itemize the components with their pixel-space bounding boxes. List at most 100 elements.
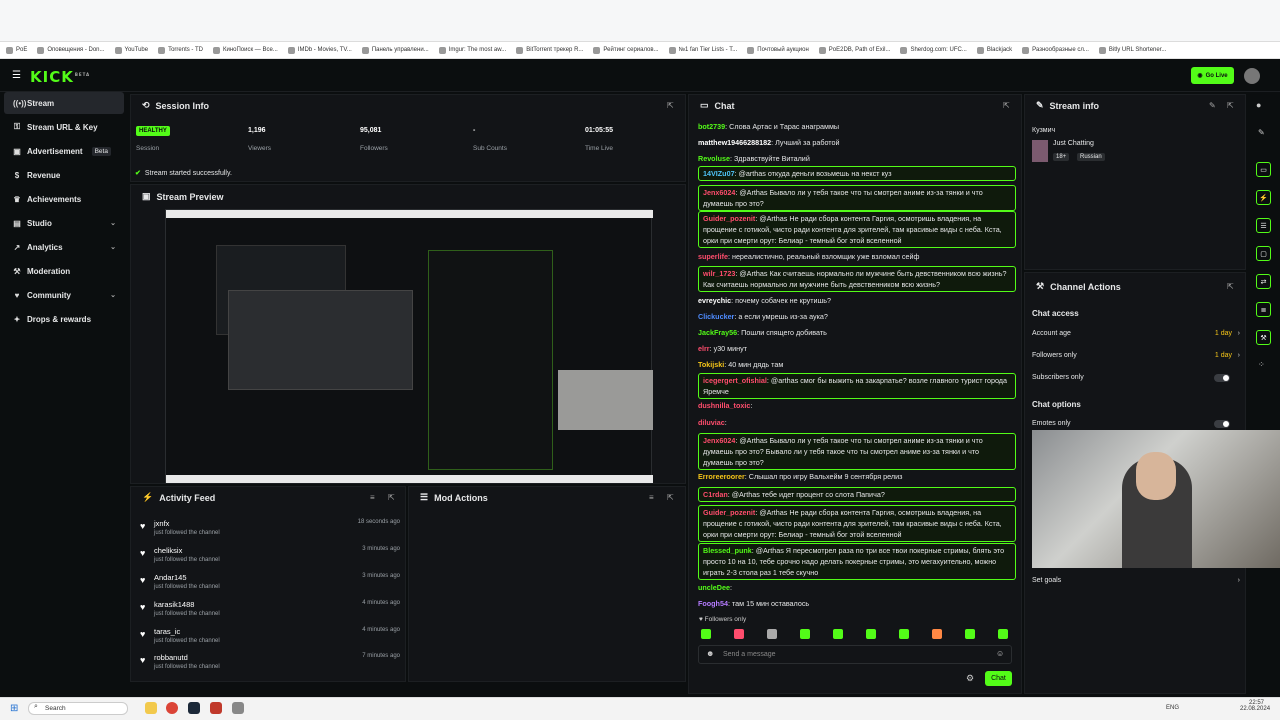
- settings-gear-icon[interactable]: ⚙: [966, 673, 974, 684]
- chat-message[interactable]: Tokijski: 40 мин дядь там: [698, 359, 1016, 370]
- chat-username[interactable]: dushnilla_toxic: [698, 401, 750, 410]
- bookmark-item[interactable]: Sherdog.com: UFC...: [900, 46, 967, 54]
- chat-message[interactable]: Erroreeroorer: Слышал про игру Вальхейм …: [698, 471, 1016, 482]
- chat-username[interactable]: Guider_pozenit: [703, 508, 755, 517]
- apps-icon[interactable]: ⁘: [1258, 360, 1265, 369]
- chat-message[interactable]: superlife: нереалистично, реальный взлом…: [698, 251, 1016, 262]
- sidebar-item-drops-rewards[interactable]: ✦ Drops & rewards: [4, 308, 124, 330]
- kick-logo[interactable]: KICKBETA: [30, 68, 90, 86]
- bookmark-item[interactable]: Разнообразные сл...: [1022, 46, 1089, 54]
- expand-icon[interactable]: ⇱: [667, 101, 674, 110]
- chat-username[interactable]: wilr_1723: [703, 269, 735, 278]
- expand-icon[interactable]: ⇱: [388, 493, 395, 502]
- sidebar-item-stream-url-key[interactable]: ⚿ Stream URL & Key: [4, 116, 124, 138]
- rail-bolt-icon[interactable]: ⚡: [1256, 190, 1271, 205]
- filter-icon[interactable]: ≡: [649, 493, 654, 502]
- emote-icon[interactable]: [767, 629, 777, 639]
- language-indicator[interactable]: ENG: [1166, 705, 1179, 711]
- expand-icon[interactable]: ⇱: [1003, 101, 1010, 110]
- chat-message[interactable]: uncleDee:: [698, 582, 1016, 593]
- steam-icon[interactable]: [188, 702, 200, 714]
- chat-username[interactable]: Jenx6024: [703, 436, 735, 445]
- bookmark-item[interactable]: YouTube: [114, 46, 148, 54]
- emoji-icon[interactable]: ☻: [706, 649, 714, 658]
- go-live-button[interactable]: ◉ Go Live: [1191, 67, 1234, 84]
- bookmark-item[interactable]: Imgur: The most aw...: [438, 46, 506, 54]
- sidebar-item-advertisement[interactable]: ▣ Advertisement Beta: [4, 140, 124, 162]
- sidebar-item-community[interactable]: ♥ Community ⌄: [4, 284, 124, 306]
- expand-icon[interactable]: ⇱: [667, 493, 674, 502]
- sidebar-item-analytics[interactable]: ↗ Analytics ⌄: [4, 236, 124, 258]
- sidebar-item-stream[interactable]: ((•)) Stream: [4, 92, 124, 114]
- clock[interactable]: 22:57 22.08.2024: [1240, 700, 1270, 712]
- chat-message[interactable]: Blessed_punk: @Arthas Я пересмотрел раза…: [698, 543, 1016, 580]
- emote-icon[interactable]: [932, 629, 942, 639]
- chat-message[interactable]: Guider_pozenit: @Arthas Не ради сбора ко…: [698, 505, 1016, 542]
- smiley-icon[interactable]: ☺: [996, 649, 1004, 658]
- chat-username[interactable]: Erroreeroorer: [698, 472, 745, 481]
- bookmark-item[interactable]: №1 fan Tier Lists - T...: [668, 46, 737, 54]
- stream-preview-video[interactable]: [165, 209, 653, 483]
- chat-username[interactable]: Tokijski: [698, 360, 724, 369]
- rail-stack-icon[interactable]: ≣: [1256, 302, 1271, 317]
- edit-icon[interactable]: ✎: [1209, 101, 1216, 110]
- bookmark-item[interactable]: BitTorrent трекер R...: [516, 46, 583, 54]
- rail-arrows-icon[interactable]: ⇄: [1256, 274, 1271, 289]
- chat-message[interactable]: evreychic: почему собачек не крутишь?: [698, 295, 1016, 306]
- chat-message[interactable]: Jenx6024: @Arthas Бывало ли у тебя такое…: [698, 185, 1016, 211]
- settings-app-icon[interactable]: [232, 702, 244, 714]
- chat-username[interactable]: Jenx6024: [703, 188, 735, 197]
- filter-icon[interactable]: ≡: [370, 493, 375, 502]
- chat-username[interactable]: Guider_pozenit: [703, 214, 755, 223]
- emote-icon[interactable]: [833, 629, 843, 639]
- rail-chat-icon[interactable]: ▭: [1256, 162, 1271, 177]
- chat-message[interactable]: matthew19466288182: Лучший за работой: [698, 137, 1016, 148]
- sidebar-item-moderation[interactable]: ⚒ Moderation: [4, 260, 124, 282]
- chat-username[interactable]: C1rdan: [703, 490, 728, 499]
- chat-message[interactable]: dushnilla_toxic:: [698, 400, 1016, 411]
- chat-message[interactable]: 14VIZu07: @arthas откуда деньги возьмешь…: [698, 166, 1016, 181]
- emote-icon[interactable]: [866, 629, 876, 639]
- chat-message[interactable]: Foogh54: там 15 мин оставалось: [698, 598, 1016, 609]
- sidebar-item-achievements[interactable]: ♛ Achievements: [4, 188, 124, 210]
- chat-message[interactable]: wilr_1723: @Arthas Как считаешь нормальн…: [698, 266, 1016, 292]
- chat-message[interactable]: Jenx6024: @Arthas Бывало ли у тебя такое…: [698, 433, 1016, 470]
- chat-username[interactable]: Clickucker: [698, 312, 734, 321]
- emote-icon[interactable]: [800, 629, 810, 639]
- category-name[interactable]: Just Chatting: [1053, 140, 1094, 147]
- file-explorer-icon[interactable]: [145, 702, 157, 714]
- chat-username[interactable]: elrr: [698, 344, 710, 353]
- chat-username[interactable]: uncleDee: [698, 583, 730, 592]
- bookmark-item[interactable]: КиноПоиск — Все...: [213, 46, 278, 54]
- emote-icon[interactable]: [734, 629, 744, 639]
- emote-icon[interactable]: [965, 629, 975, 639]
- bookmark-item[interactable]: Torrents - TD: [158, 46, 203, 54]
- expand-icon[interactable]: ⇱: [1227, 282, 1234, 291]
- rail-list-icon[interactable]: ☰: [1256, 218, 1271, 233]
- chat-message-input[interactable]: Send a message: [698, 645, 1012, 664]
- emote-icon[interactable]: [899, 629, 909, 639]
- account-age-row[interactable]: Account age 1 day ›: [1032, 330, 1240, 337]
- chat-message[interactable]: elrr: у30 минут: [698, 343, 1016, 354]
- chat-message[interactable]: JackFray56: Пошли спящего добивать: [698, 327, 1016, 338]
- emote-icon[interactable]: [701, 629, 711, 639]
- pencil-icon[interactable]: ✎: [1258, 128, 1265, 137]
- chat-message[interactable]: Guider_pozenit: @Arthas Не ради сбора ко…: [698, 211, 1016, 248]
- send-chat-button[interactable]: Chat: [985, 671, 1012, 686]
- chat-message[interactable]: icegergert_ofishial: @arthas смог бы выж…: [698, 373, 1016, 399]
- chat-message[interactable]: bot2739: Слова Артас и Тарас анаграммы: [698, 121, 1016, 132]
- chat-username[interactable]: icegergert_ofishial: [703, 376, 767, 385]
- chat-username[interactable]: JackFray56: [698, 328, 737, 337]
- info-icon[interactable]: ●: [1256, 100, 1261, 110]
- chat-username[interactable]: superlife: [698, 252, 728, 261]
- set-goals-row[interactable]: Set goals ›: [1032, 577, 1240, 584]
- expand-icon[interactable]: ⇱: [1227, 101, 1234, 110]
- chrome-icon[interactable]: [166, 702, 178, 714]
- emote-icon[interactable]: [998, 629, 1008, 639]
- bookmark-item[interactable]: Почтовый аукцион: [747, 46, 809, 54]
- chat-message[interactable]: diluviac:: [698, 417, 1016, 428]
- chat-username[interactable]: evreychic: [698, 296, 731, 305]
- emotes-only-toggle[interactable]: [1214, 420, 1230, 428]
- windows-start-icon[interactable]: ⊞: [10, 703, 18, 714]
- app-icon[interactable]: [210, 702, 222, 714]
